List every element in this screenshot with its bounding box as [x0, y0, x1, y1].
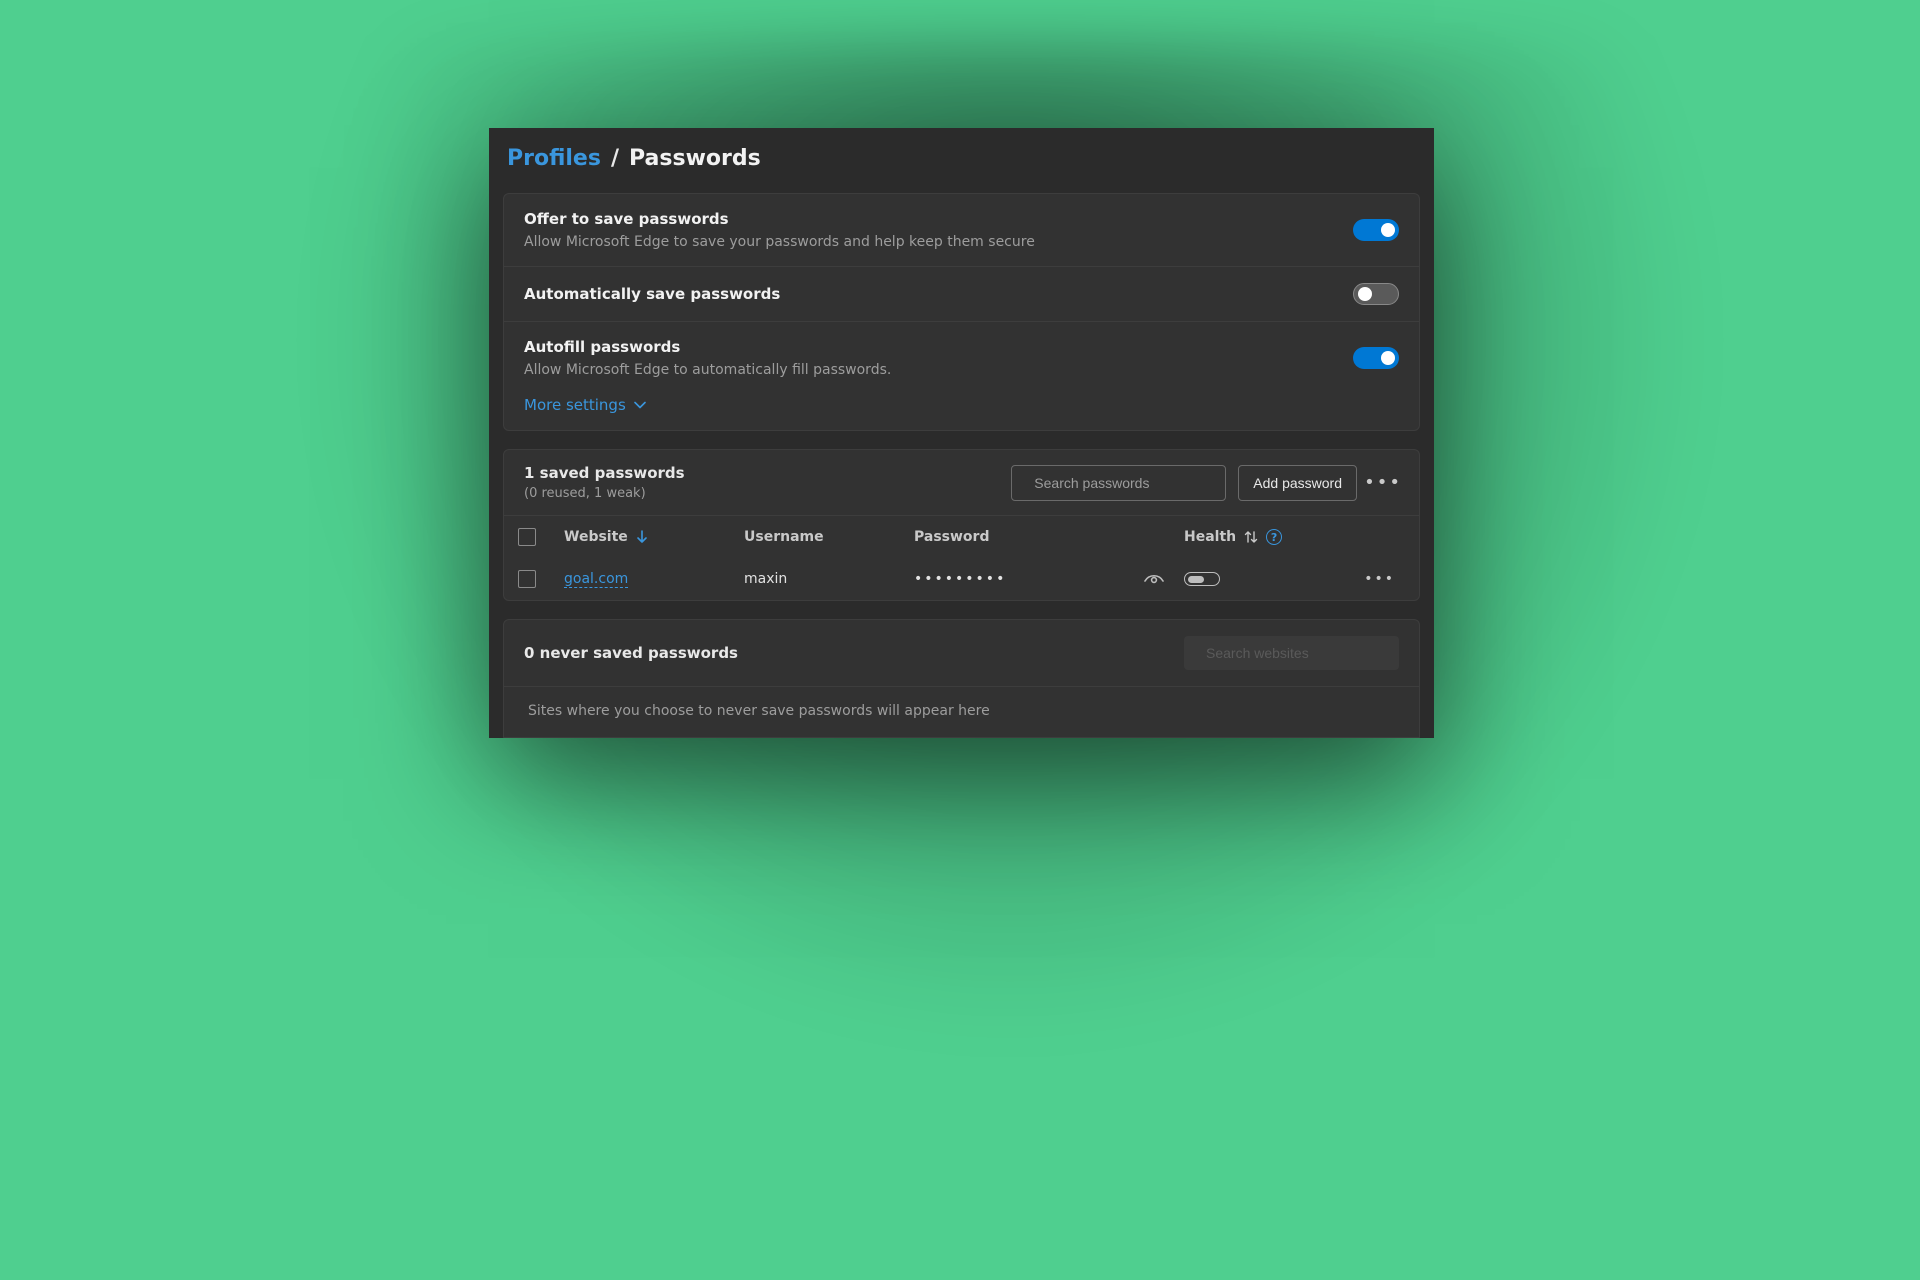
sort-asc-icon	[636, 530, 648, 544]
password-row: goal.com maxin ••••••••• •••	[504, 558, 1419, 600]
sort-updown-icon	[1244, 530, 1258, 544]
autofill-row: Autofill passwords Allow Microsoft Edge …	[504, 322, 1419, 386]
autofill-title: Autofill passwords	[524, 338, 1353, 356]
column-username: Username	[744, 529, 824, 545]
breadcrumb: Profiles / Passwords	[489, 128, 1434, 193]
row-website-link[interactable]: goal.com	[564, 571, 628, 588]
reveal-password-button[interactable]	[1124, 572, 1184, 586]
offer-save-sub: Allow Microsoft Edge to save your passwo…	[524, 234, 1353, 250]
password-options-card: Offer to save passwords Allow Microsoft …	[503, 193, 1420, 431]
more-settings-expander[interactable]: More settings	[504, 386, 1419, 430]
passwords-table-header: Website Username Password Health ?	[504, 515, 1419, 558]
never-saved-count-label: 0 never saved passwords	[524, 644, 1184, 662]
breadcrumb-root-link[interactable]: Profiles	[507, 146, 601, 171]
breadcrumb-current: Passwords	[629, 146, 761, 171]
saved-passwords-card: 1 saved passwords (0 reused, 1 weak) Add…	[503, 449, 1420, 601]
breadcrumb-separator: /	[611, 146, 619, 171]
autofill-toggle[interactable]	[1353, 347, 1399, 369]
saved-passwords-more-button[interactable]: •••	[1367, 465, 1399, 501]
column-password: Password	[914, 529, 989, 545]
auto-save-row: Automatically save passwords	[504, 267, 1419, 322]
row-checkbox[interactable]	[518, 570, 536, 588]
select-all-checkbox[interactable]	[518, 528, 536, 546]
column-website[interactable]: Website	[564, 529, 628, 545]
row-password-mask: •••••••••	[914, 571, 1124, 587]
row-more-button[interactable]: •••	[1364, 571, 1405, 587]
row-username: maxin	[744, 571, 914, 587]
passwords-settings-panel: Profiles / Passwords Offer to save passw…	[489, 128, 1434, 738]
offer-save-title: Offer to save passwords	[524, 210, 1353, 228]
search-never-saved-input	[1206, 645, 1387, 661]
add-password-button[interactable]: Add password	[1238, 465, 1357, 501]
never-saved-header: 0 never saved passwords	[504, 620, 1419, 686]
saved-passwords-header: 1 saved passwords (0 reused, 1 weak) Add…	[504, 450, 1419, 515]
autofill-sub: Allow Microsoft Edge to automatically fi…	[524, 362, 1353, 378]
auto-save-toggle[interactable]	[1353, 283, 1399, 305]
health-indicator-icon	[1184, 572, 1220, 586]
search-passwords-input[interactable]	[1034, 475, 1215, 491]
auto-save-title: Automatically save passwords	[524, 285, 1353, 303]
search-never-saved-field	[1184, 636, 1399, 670]
never-saved-card: 0 never saved passwords Sites where you …	[503, 619, 1420, 738]
saved-substat-label: (0 reused, 1 weak)	[524, 486, 1011, 501]
never-saved-desc: Sites where you choose to never save pas…	[504, 686, 1419, 737]
search-passwords-field[interactable]	[1011, 465, 1226, 501]
chevron-down-icon	[634, 399, 646, 411]
offer-save-toggle[interactable]	[1353, 219, 1399, 241]
more-settings-label: More settings	[524, 396, 626, 414]
saved-count-label: 1 saved passwords	[524, 464, 1011, 482]
health-help-icon[interactable]: ?	[1266, 529, 1282, 545]
offer-save-row: Offer to save passwords Allow Microsoft …	[504, 194, 1419, 267]
column-health[interactable]: Health	[1184, 529, 1236, 545]
